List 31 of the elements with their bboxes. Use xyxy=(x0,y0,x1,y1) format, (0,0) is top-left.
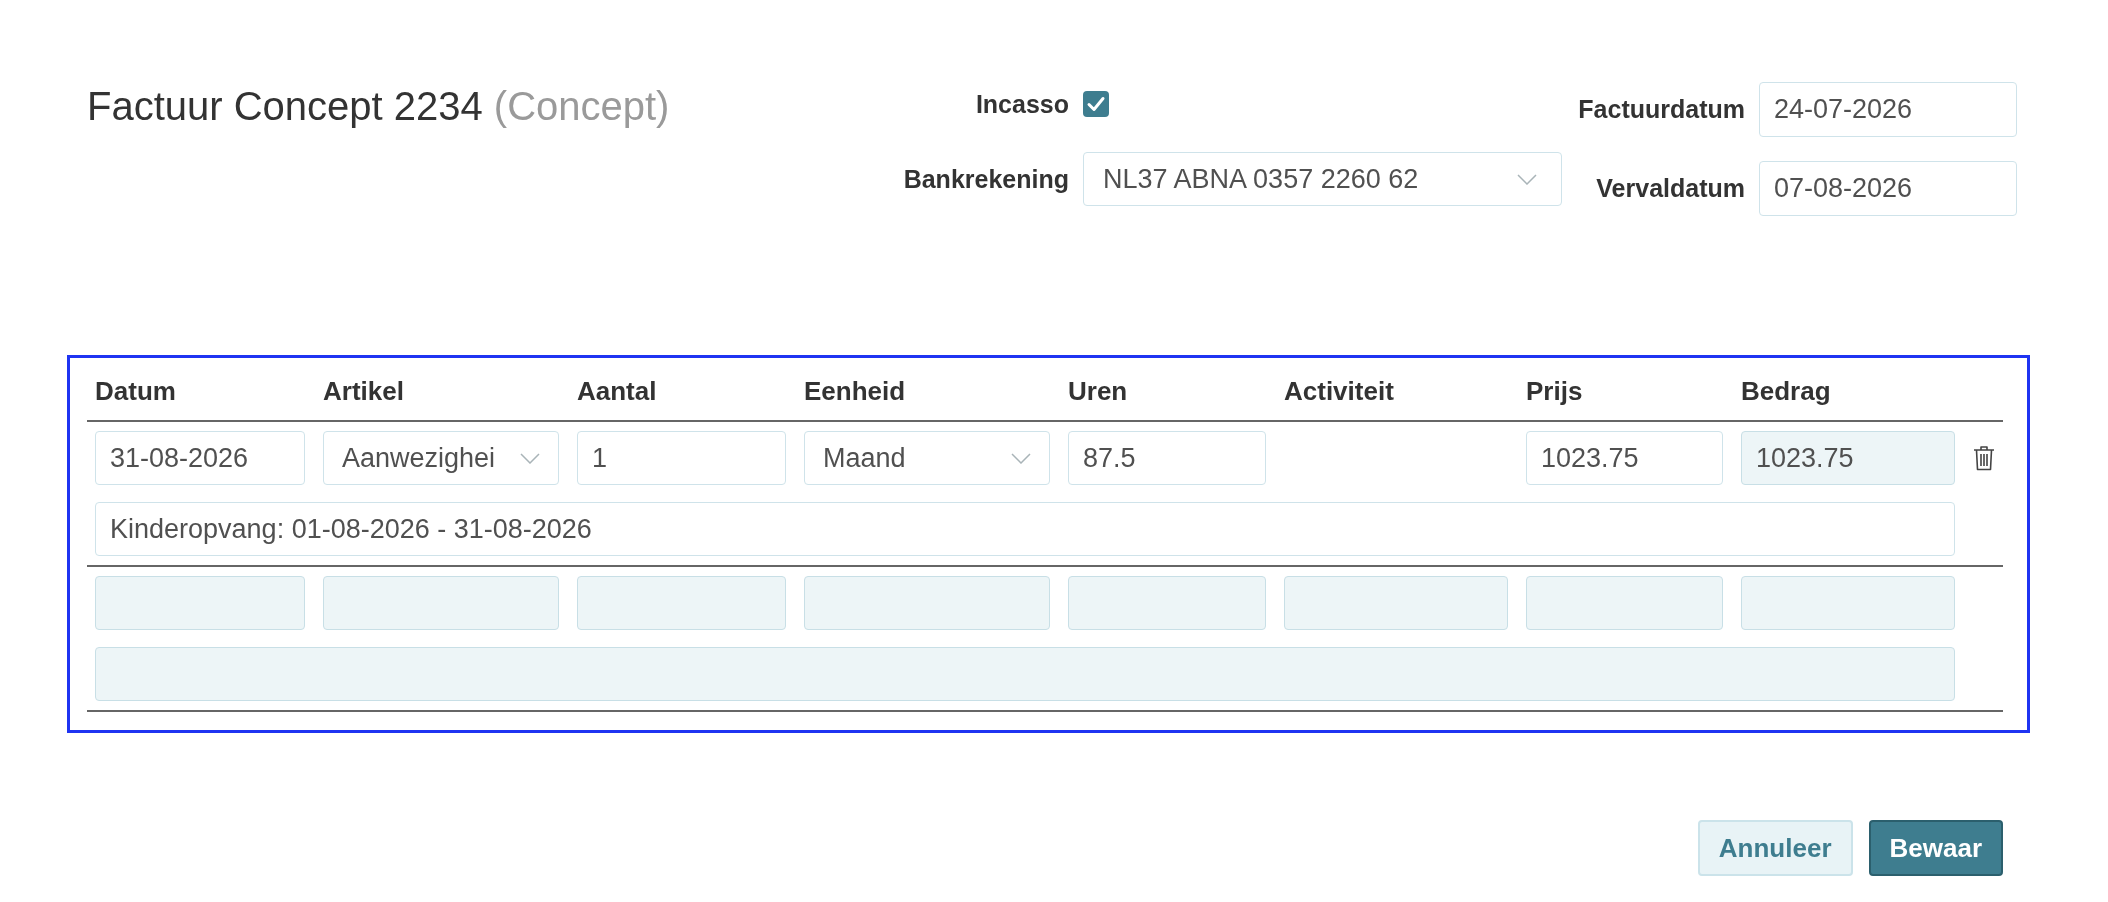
column-header: Uren xyxy=(1068,376,1129,406)
chevron-down-icon xyxy=(1011,452,1031,464)
date-field[interactable]: 31-08-2026 xyxy=(95,431,305,485)
status-label: (Concept) xyxy=(493,84,670,128)
article-dropdown[interactable]: Aanwezighei xyxy=(323,431,559,485)
invoice-date-field[interactable]: 24-07-2026 xyxy=(1759,82,2017,137)
column-header: Activiteit xyxy=(1284,376,1395,406)
chevron-down-icon xyxy=(1517,173,1537,185)
price-field[interactable]: 1023.75 xyxy=(1526,431,1723,485)
due-date-field[interactable]: 07-08-2026 xyxy=(1759,161,2017,216)
field-label: Incasso xyxy=(975,89,1069,119)
field-label: Factuurdatum xyxy=(1578,95,1745,124)
column-header: Artikel xyxy=(323,376,405,406)
hours-field[interactable]: 87.5 xyxy=(1068,431,1266,485)
quantity-field[interactable]: 1 xyxy=(577,431,786,485)
column-header: Bedrag xyxy=(1741,376,1832,406)
cancel-button[interactable]: Annuleer xyxy=(1697,820,1853,876)
column-header: Datum xyxy=(95,376,177,406)
column-header: Prijs xyxy=(1526,376,1584,406)
column-header: Eenheid xyxy=(804,376,907,406)
chevron-down-icon xyxy=(520,452,540,464)
field-label: Vervaldatum xyxy=(1596,174,1745,203)
unit-dropdown[interactable]: Maand xyxy=(804,431,1050,485)
save-button[interactable]: Bewaar xyxy=(1868,820,2003,876)
field-label: Bankrekening xyxy=(903,164,1069,194)
invoice-title: Factuur Concept 2234 xyxy=(87,84,483,128)
description-field[interactable]: Kinderopvang: 01-08-2026 - 31-08-2026 xyxy=(95,502,1955,556)
checkbox[interactable] xyxy=(1083,91,1109,117)
bank-account-dropdown[interactable]: NL37 ABNA 0357 2260 62 xyxy=(1083,152,1562,206)
column-header: Aantal xyxy=(577,376,658,406)
trash-icon[interactable] xyxy=(1973,445,1995,471)
